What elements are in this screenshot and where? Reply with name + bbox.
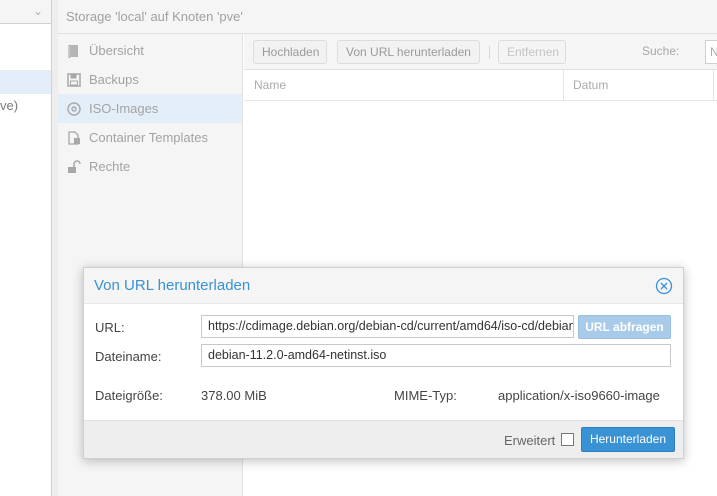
- page-title: Storage 'local' auf Knoten 'pve': [58, 0, 717, 34]
- nav-item-container-templates[interactable]: Container Templates: [58, 123, 242, 152]
- toolbar: Hochladen Von URL herunterladen Entferne…: [244, 34, 717, 70]
- dialog-header[interactable]: Von URL herunterladen: [84, 268, 683, 304]
- search-label: Suche:: [642, 44, 680, 58]
- filesize-value: 378.00 MiB: [201, 388, 267, 403]
- resource-tree-panel: ⌄ ve): [0, 0, 52, 496]
- column-divider[interactable]: [713, 70, 714, 101]
- nav-item-backups[interactable]: Backups: [58, 65, 242, 94]
- remove-button[interactable]: Entfernen: [498, 40, 566, 64]
- upload-button[interactable]: Hochladen: [253, 40, 327, 64]
- advanced-label[interactable]: Erweitert: [504, 433, 555, 448]
- close-icon[interactable]: [655, 277, 673, 295]
- nav-item-iso-images[interactable]: ISO-Images: [58, 94, 242, 123]
- filename-input[interactable]: debian-11.2.0-amd64-netinst.iso: [201, 344, 671, 367]
- dialog-footer: Erweitert Herunterladen: [84, 420, 683, 458]
- nav-item-label: Backups: [89, 72, 139, 87]
- filesize-label: Dateigröße:: [95, 388, 163, 403]
- floppy-icon: [66, 72, 82, 88]
- chevron-down-icon[interactable]: ⌄: [33, 4, 43, 18]
- column-header-name[interactable]: Name: [244, 70, 563, 101]
- toolbar-separator: [489, 46, 490, 59]
- url-label: URL:: [95, 320, 125, 335]
- download-from-url-button[interactable]: Von URL herunterladen: [337, 40, 480, 64]
- nav-item-label: Container Templates: [89, 130, 208, 145]
- nav-item-label: ISO-Images: [89, 101, 159, 116]
- download-button[interactable]: Herunterladen: [581, 427, 675, 452]
- nav-item-permissions[interactable]: Rechte: [58, 152, 242, 181]
- advanced-checkbox[interactable]: [561, 433, 574, 446]
- dialog-title: Von URL herunterladen: [94, 277, 251, 294]
- file-icon: [66, 130, 82, 146]
- grid-header: Name Datum: [244, 70, 717, 101]
- nav-item-label: Rechte: [89, 159, 131, 174]
- nav-item-label: Übersicht: [89, 43, 144, 58]
- tree-item-selected[interactable]: [0, 70, 51, 94]
- query-url-button[interactable]: URL abfragen: [578, 315, 671, 339]
- search-input[interactable]: N: [705, 40, 717, 64]
- nav-item-overview[interactable]: Übersicht: [58, 36, 242, 65]
- book-icon: [66, 43, 82, 59]
- column-header-date[interactable]: Datum: [563, 70, 713, 101]
- tree-item[interactable]: ve): [0, 94, 51, 118]
- unlock-icon: [66, 159, 82, 175]
- view-selector[interactable]: ⌄: [0, 0, 51, 24]
- mime-type-value: application/x-iso9660-image: [498, 388, 660, 403]
- disc-icon: [66, 101, 82, 117]
- mime-type-label: MIME-Typ:: [394, 388, 457, 403]
- filename-label: Dateiname:: [95, 349, 162, 364]
- download-url-dialog: Von URL herunterladen URL: https://cdima…: [83, 267, 684, 459]
- url-input[interactable]: https://cdimage.debian.org/debian-cd/cur…: [201, 315, 574, 338]
- tree-item[interactable]: [0, 46, 51, 70]
